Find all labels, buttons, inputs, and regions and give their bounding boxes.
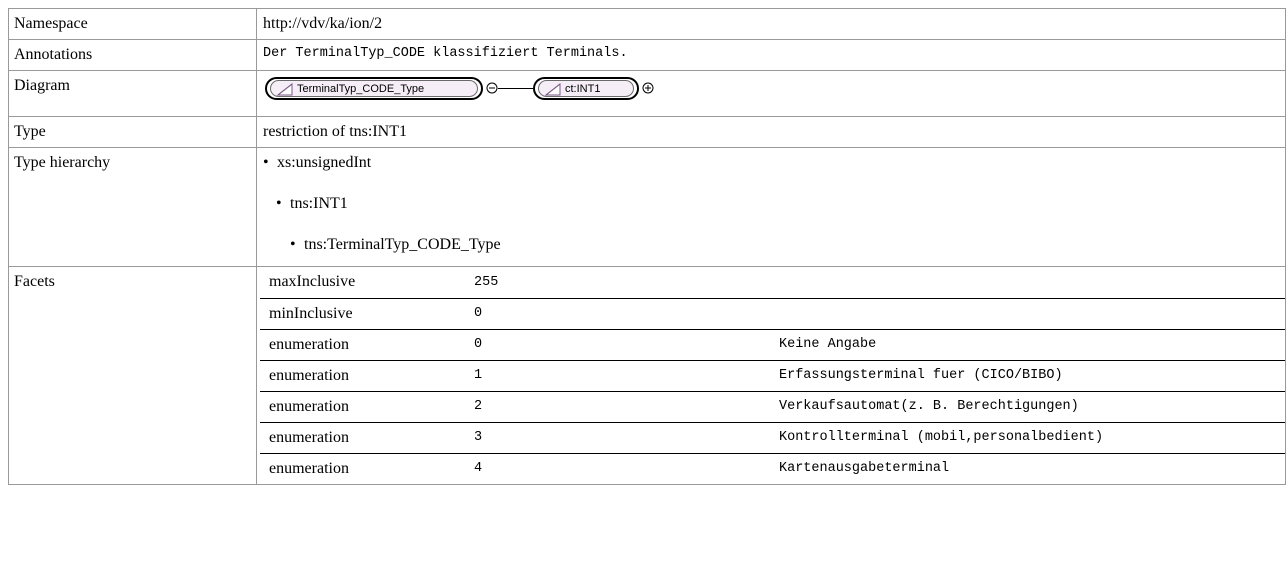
- facet-name: enumeration: [260, 422, 465, 454]
- facet-description: Keine Angabe: [770, 329, 1286, 361]
- facet-row: enumeration 2 Verkaufsautomat(z. B. Bere…: [260, 391, 1286, 423]
- diagram-node-terminaltyp[interactable]: TerminalTyp_CODE_Type: [265, 77, 483, 100]
- type-row: Type restriction of tns:INT1: [8, 116, 1286, 148]
- bullet-icon: •: [290, 236, 296, 253]
- facet-name: enumeration: [260, 329, 465, 361]
- facet-row: minInclusive 0: [260, 298, 1286, 330]
- namespace-row: Namespace http://vdv/ka/ion/2: [8, 8, 1286, 40]
- diagram-label: Diagram: [8, 70, 257, 117]
- type-hierarchy-cell: • xs:unsignedInt • tns:INT1 • tns:TerminalT…: [256, 147, 1286, 267]
- expand-icon[interactable]: [642, 82, 654, 94]
- facet-name: enumeration: [269, 459, 349, 477]
- type-label: Type: [8, 116, 257, 148]
- facets-table: maxInclusive 255 minInclusive 0 enumerat…: [260, 267, 1286, 484]
- diagram-connector: [498, 88, 533, 89]
- facet-row: maxInclusive 255: [260, 267, 1286, 299]
- schema-doc-table: Namespace http://vdv/ka/ion/2 Annotation…: [8, 8, 1286, 485]
- facet-name: minInclusive: [260, 298, 465, 330]
- collapse-icon[interactable]: [486, 82, 498, 94]
- diagram-node-label: TerminalTyp_CODE_Type: [297, 83, 425, 95]
- diagram-row: Diagram TerminalTyp_CODE_Type ct:INT1: [8, 70, 1286, 117]
- facet-description: Erfassungsterminal fuer (CICO/BIBO): [770, 360, 1286, 392]
- diagram-node-int1[interactable]: ct:INT1: [533, 77, 639, 100]
- facets-row: Facets maxInclusive 255 minInclusive 0 e…: [8, 266, 1286, 485]
- facet-name: enumeration: [260, 360, 465, 392]
- hierarchy-item: • tns:INT1: [276, 195, 348, 212]
- type-hierarchy-label: Type hierarchy: [8, 147, 257, 267]
- type-hierarchy-list: • xs:unsignedInt • tns:INT1 • tns:TerminalT…: [263, 154, 1281, 266]
- hierarchy-item: • xs:unsignedInt: [263, 154, 372, 171]
- facet-name: maxInclusive: [260, 267, 465, 299]
- facet-value: 2: [465, 391, 770, 423]
- facets-cell: maxInclusive 255 minInclusive 0 enumerat…: [256, 266, 1286, 485]
- simple-type-icon: [545, 83, 561, 96]
- namespace-label: Namespace: [8, 8, 257, 40]
- facet-description: Kartenausgabeterminal: [779, 461, 950, 477]
- facet-name: enumeration: [260, 391, 465, 423]
- facet-row: enumeration 0 Keine Angabe: [260, 329, 1286, 361]
- hierarchy-item: • tns:TerminalTyp_CODE_Type: [290, 236, 501, 253]
- type-value: restriction of tns:INT1: [256, 116, 1286, 148]
- facet-value: 0: [465, 298, 770, 330]
- diagram-node-label: ct:INT1: [565, 83, 601, 95]
- type-hierarchy-row: Type hierarchy • xs:unsignedInt • tns:INT1…: [8, 147, 1286, 267]
- namespace-value: http://vdv/ka/ion/2: [256, 8, 1286, 40]
- annotations-value: Der TerminalTyp_CODE klassifiziert Termi…: [256, 39, 1286, 71]
- simple-type-icon: [277, 83, 293, 96]
- facet-description: [770, 267, 1286, 299]
- bullet-icon: •: [263, 154, 269, 171]
- facet-value: 1: [465, 360, 770, 392]
- facet-row: enumeration 4 Kartenausgabeterminal: [260, 453, 1286, 484]
- diagram-cell: TerminalTyp_CODE_Type ct:INT1: [256, 70, 1286, 117]
- facet-row: enumeration 1 Erfassungsterminal fuer (C…: [260, 360, 1286, 392]
- facet-value: 255: [465, 267, 770, 299]
- facets-label: Facets: [8, 266, 257, 485]
- annotations-row: Annotations Der TerminalTyp_CODE klassif…: [8, 39, 1286, 71]
- facet-value: 4: [474, 461, 483, 477]
- annotations-label: Annotations: [8, 39, 257, 71]
- facet-description: [770, 298, 1286, 330]
- facet-value: 3: [465, 422, 770, 454]
- facet-row: enumeration 3 Kontrollterminal (mobil,pe…: [260, 422, 1286, 454]
- facet-value: 0: [465, 329, 770, 361]
- facet-description: Verkaufsautomat(z. B. Berechtigungen): [770, 391, 1286, 423]
- bullet-icon: •: [276, 195, 282, 212]
- type-diagram: TerminalTyp_CODE_Type ct:INT1: [263, 75, 1281, 115]
- facet-description: Kontrollterminal (mobil,personalbedient): [770, 422, 1286, 454]
